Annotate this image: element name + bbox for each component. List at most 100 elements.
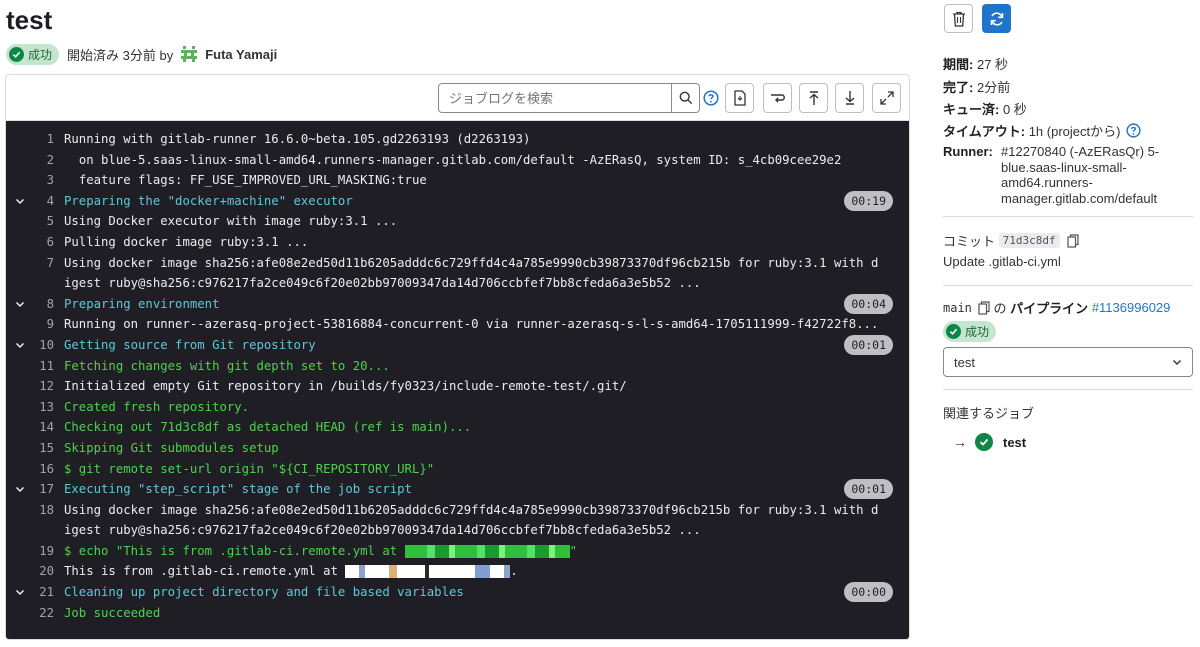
question-icon[interactable] (1126, 123, 1142, 138)
job-log: 1 Running with gitlab-runner 16.6.0~beta.… (6, 121, 909, 639)
log-text: This is from .gitlab-ci.remote.yml at . (64, 564, 518, 579)
check-icon (975, 433, 993, 451)
job-sidebar: 期間: 27 秒 完了: 2分前 キュー済: 0 秒 タイムアウト: 1h (p… (943, 0, 1195, 647)
erase-job-button[interactable] (944, 4, 973, 33)
document-icon (733, 90, 746, 106)
line-number[interactable]: 2 (34, 150, 64, 171)
chevron-down-icon (6, 479, 34, 500)
branch-name[interactable]: main (943, 301, 972, 315)
log-gutter (6, 603, 34, 624)
log-gutter (6, 356, 34, 377)
line-number[interactable]: 19 (34, 541, 64, 562)
line-number[interactable] (34, 273, 64, 294)
section-duration-badge: 00:19 (844, 190, 893, 211)
line-number[interactable]: 22 (34, 603, 64, 624)
line-number[interactable]: 21 (34, 582, 64, 603)
log-gutter (6, 459, 34, 480)
search-button[interactable] (671, 84, 699, 112)
user-link[interactable]: Futa Yamaji (205, 47, 277, 62)
log-text: Preparing the "docker+machine" executor (64, 193, 353, 208)
log-line: 2 on blue-5.saas-linux-small-amd64.runne… (6, 150, 909, 171)
log-text: igest ruby@sha256:c976217fa2ce049c6f20e0… (64, 276, 701, 291)
line-number[interactable]: 9 (34, 314, 64, 335)
redacted-text (345, 565, 511, 579)
log-line: 13 Created fresh repository. (6, 397, 909, 418)
log-text: Executing "step_script" stage of the job… (64, 482, 412, 497)
scroll-down-icon (845, 91, 854, 105)
log-gutter (6, 170, 34, 191)
scroll-bottom-button[interactable] (835, 83, 864, 113)
log-line: 16 $ git remote set-url origin "${CI_REPO… (6, 459, 909, 480)
log-gutter (6, 520, 34, 541)
line-number[interactable]: 20 (34, 561, 64, 582)
line-number[interactable]: 18 (34, 500, 64, 521)
search-icon (679, 91, 692, 105)
line-number[interactable]: 7 (34, 253, 64, 274)
log-text: feature flags: FF_USE_IMPROVED_URL_MASKI… (64, 173, 427, 188)
log-text: igest ruby@sha256:c976217fa2ce049c6f20e0… (64, 523, 701, 538)
line-number[interactable]: 4 (34, 191, 64, 212)
log-section-header[interactable]: 17 Executing "step_script" stage of the j… (6, 479, 909, 500)
pipeline-link[interactable]: #1136996029 (1092, 300, 1171, 315)
log-section-header[interactable]: 4 Preparing the "docker+machine" executor… (6, 190, 909, 212)
copy-icon[interactable] (978, 300, 990, 315)
line-number[interactable]: 13 (34, 397, 64, 418)
log-line: 15 Skipping Git submodules setup (6, 438, 909, 459)
raw-log-button[interactable] (725, 83, 754, 113)
runner-row: Runner: #12270840 (-AzERasQr) 5-blue.saa… (943, 144, 1181, 206)
log-line: 11 Fetching changes with git depth set to… (6, 356, 909, 377)
queued-row: キュー済: 0 秒 (943, 102, 1027, 117)
redacted-text (404, 544, 570, 558)
log-section-header[interactable]: 21 Cleaning up project directory and file… (6, 582, 909, 603)
log-text: Pulling docker image ruby:3.1 ... (64, 234, 309, 249)
log-search (438, 83, 700, 113)
retry-job-button[interactable] (982, 4, 1011, 33)
line-number[interactable]: 15 (34, 438, 64, 459)
section-duration-badge: 00:00 (844, 582, 893, 603)
line-number[interactable]: 3 (34, 170, 64, 191)
line-number[interactable] (34, 520, 64, 541)
pipeline-row: main の パイプライン #1136996029 (943, 300, 1171, 316)
status-badge[interactable]: 成功 (943, 321, 997, 342)
wrap-lines-button[interactable] (763, 83, 792, 113)
scroll-top-button[interactable] (799, 83, 828, 113)
line-number[interactable]: 16 (34, 459, 64, 480)
chevron-down-icon (6, 294, 34, 315)
job-log-panel: 1Running with gitlab-runner 16.6.0~beta.… (5, 74, 910, 640)
line-number[interactable]: 6 (34, 232, 64, 253)
log-gutter (6, 232, 34, 253)
chevron-down-icon (6, 582, 34, 603)
related-jobs-label: 関連するジョブ (943, 406, 1035, 421)
log-gutter (6, 211, 34, 232)
log-section-header[interactable]: 8 Preparing environment 00:04 (6, 293, 909, 315)
page-title: test (6, 5, 53, 35)
finished-row: 完了: 2分前 (943, 80, 1011, 95)
log-gutter (6, 376, 34, 397)
line-number[interactable]: 17 (34, 479, 64, 500)
status-badge[interactable]: 成功 (6, 43, 60, 65)
fullscreen-button[interactable] (872, 83, 901, 113)
text-wrap-icon (770, 94, 785, 103)
line-number[interactable]: 11 (34, 356, 64, 377)
stage-select[interactable]: test (943, 347, 1193, 377)
related-job-item[interactable]: → test (953, 433, 1026, 451)
copy-icon[interactable] (1067, 233, 1079, 248)
job-meta: 成功 開始済み 3分前 by Futa Yamaji (6, 43, 277, 65)
line-number[interactable]: 8 (34, 294, 64, 315)
line-number[interactable]: 1 (34, 129, 64, 150)
line-number[interactable]: 12 (34, 376, 64, 397)
line-number[interactable]: 14 (34, 417, 64, 438)
runner-value: #12270840 (-AzERasQr) 5-blue.saas-linux-… (1001, 144, 1160, 206)
help-button[interactable] (702, 89, 720, 107)
check-icon (9, 46, 24, 62)
log-text: Cleaning up project directory and file b… (64, 585, 464, 600)
log-text: Running on runner--azerasq-project-53816… (64, 317, 879, 332)
line-number[interactable]: 10 (34, 335, 64, 356)
log-search-input[interactable] (439, 84, 671, 112)
line-number[interactable]: 5 (34, 211, 64, 232)
log-gutter (6, 500, 34, 521)
log-section-header[interactable]: 10 Getting source from Git repository 00:0… (6, 334, 909, 356)
commit-sha[interactable]: 71d3c8df (998, 233, 1060, 248)
avatar[interactable] (179, 44, 200, 64)
commit-message[interactable]: Update .gitlab-ci.yml (943, 254, 1061, 269)
